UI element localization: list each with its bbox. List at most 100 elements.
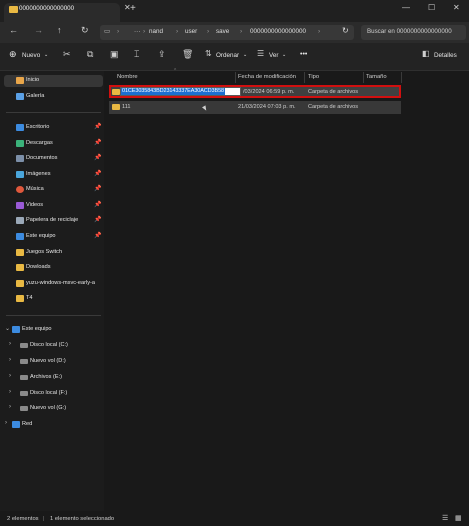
breadcrumb-current[interactable]: 0000000000000000 xyxy=(250,28,306,35)
breadcrumb-user[interactable]: user xyxy=(185,28,197,35)
drive-icon xyxy=(20,359,28,364)
chevron-right-icon: › xyxy=(240,28,243,35)
sidebar-item-label: Imágenes xyxy=(26,171,51,177)
share-icon[interactable]: ⇪ xyxy=(158,49,166,60)
chevron-right-icon: › xyxy=(176,28,179,35)
folder-icon xyxy=(16,295,24,302)
column-header-name[interactable]: Nombre xyxy=(117,74,138,80)
sidebar-item-label: Nuevo vol (D:) xyxy=(30,358,66,364)
column-header-date[interactable]: Fecha de modificación xyxy=(238,74,296,80)
column-header-size[interactable]: Tamaño xyxy=(366,74,387,80)
folder-icon xyxy=(9,6,18,13)
chevron-right-icon[interactable]: › xyxy=(9,357,11,363)
address-refresh-icon[interactable]: ↻ xyxy=(342,26,349,35)
chevron-right-icon: › xyxy=(117,28,120,35)
chevron-right-icon[interactable]: › xyxy=(9,341,11,347)
view-icon[interactable]: ☰ xyxy=(257,49,264,58)
sidebar-item-label: Disco local (F:) xyxy=(30,390,68,396)
copy-icon[interactable]: ⧉ xyxy=(87,49,93,60)
file-type: Carpeta de archivos xyxy=(308,89,359,95)
ellipsis-icon[interactable]: ··· xyxy=(134,28,140,35)
sidebar-item-juegos-switch[interactable]: Juegos Switch xyxy=(4,247,103,259)
folder-icon xyxy=(112,89,120,95)
sidebar-item-musica[interactable]: Música 📌 xyxy=(4,184,103,196)
details-button[interactable]: Detalles xyxy=(434,52,457,59)
sidebar-item-imagenes[interactable]: Imágenes 📌 xyxy=(4,169,103,181)
sidebar-item-yuzu[interactable]: yuzu-windows-msvc-early-a xyxy=(4,278,103,290)
pin-icon: 📌 xyxy=(94,171,102,177)
chevron-right-icon: › xyxy=(143,28,146,35)
sidebar-item-nuevo-d[interactable]: › Nuevo vol (D:) xyxy=(4,356,103,368)
sidebar-item-label: Este equipo xyxy=(22,326,52,332)
sidebar-item-galeria[interactable]: Galería xyxy=(4,91,103,103)
sidebar-item-este-equipo-quick[interactable]: Este equipo 📌 xyxy=(4,231,103,243)
rename-icon[interactable]: ⌶ xyxy=(134,49,139,60)
network-icon xyxy=(12,421,20,428)
tiles-view-icon[interactable]: ▦ xyxy=(455,514,462,522)
pin-icon: 📌 xyxy=(94,155,102,161)
chevron-right-icon[interactable]: › xyxy=(9,389,11,395)
sidebar-item-descargas[interactable]: Descargas 📌 xyxy=(4,138,103,150)
sort-button[interactable]: Ordenar xyxy=(216,52,239,59)
search-input[interactable]: Buscar en 0000000000000000 xyxy=(367,28,464,35)
chevron-down-icon[interactable]: ⌄ xyxy=(44,52,48,58)
new-button[interactable]: Nuevo xyxy=(22,52,40,59)
cut-icon[interactable]: ✂ xyxy=(63,49,71,60)
maximize-button[interactable]: ☐ xyxy=(428,3,435,12)
column-divider[interactable] xyxy=(401,72,402,83)
chevron-right-icon[interactable]: › xyxy=(5,420,7,426)
sidebar-item-archivos-e[interactable]: › Archivos (E:) xyxy=(4,372,103,384)
file-name[interactable]: 111 xyxy=(122,104,131,110)
sort-chevron-icon: ⌃ xyxy=(173,68,178,74)
computer-icon xyxy=(12,326,20,333)
sidebar-item-inicio[interactable]: Inicio xyxy=(4,75,103,87)
sidebar-item-label: Galería xyxy=(26,93,45,99)
sidebar-item-nuevo-g[interactable]: › Nuevo vol (G:) xyxy=(4,403,103,415)
rename-input-text[interactable]: 01CE3035843BD23143337EA30ACD3B58 xyxy=(122,88,224,94)
forward-arrow-icon[interactable]: → xyxy=(34,25,43,35)
file-date: /03/2024 06:59 p. m. xyxy=(243,89,295,95)
new-tab-button[interactable]: + xyxy=(130,3,136,14)
close-window-button[interactable]: ✕ xyxy=(453,3,460,12)
chevron-right-icon[interactable]: › xyxy=(9,373,11,379)
delete-icon[interactable]: 🗑 xyxy=(182,49,193,60)
sidebar-item-t4[interactable]: T4 xyxy=(4,293,103,305)
details-pane-icon[interactable]: ◧ xyxy=(422,49,430,58)
view-button[interactable]: Ver xyxy=(269,52,278,59)
sidebar-item-label: Este equipo xyxy=(26,233,56,239)
refresh-icon[interactable]: ↻ xyxy=(81,25,89,36)
pin-icon: 📌 xyxy=(94,217,102,223)
minimize-button[interactable]: — xyxy=(402,3,410,12)
column-divider[interactable] xyxy=(304,72,305,83)
details-view-icon[interactable]: ☰ xyxy=(442,514,448,522)
chevron-down-icon[interactable]: ⌄ xyxy=(5,325,10,332)
new-plus-icon[interactable]: ⊕ xyxy=(9,49,17,60)
back-arrow-icon[interactable]: ← xyxy=(9,25,18,35)
sidebar-item-dowloads[interactable]: Dowloads xyxy=(4,262,103,274)
sidebar-item-label: Videos xyxy=(26,202,44,208)
breadcrumb-nand[interactable]: nand xyxy=(149,28,163,35)
column-divider[interactable] xyxy=(363,72,364,83)
sidebar-item-documentos[interactable]: Documentos 📌 xyxy=(4,153,103,165)
more-options-button[interactable]: ••• xyxy=(300,51,307,58)
sidebar-item-este-equipo[interactable]: ⌄ Este equipo xyxy=(4,324,103,336)
sidebar-item-disco-c[interactable]: › Disco local (C:) xyxy=(4,340,103,352)
column-header-type[interactable]: Tipo xyxy=(308,74,319,80)
breadcrumb-save[interactable]: save xyxy=(216,28,229,35)
chevron-down-icon[interactable]: ⌄ xyxy=(282,52,286,58)
sidebar-item-papelera[interactable]: Papelera de reciclaje 📌 xyxy=(4,215,103,227)
column-divider[interactable] xyxy=(235,72,236,83)
paste-icon[interactable]: ▣ xyxy=(110,49,119,60)
sidebar-item-disco-f[interactable]: › Disco local (F:) xyxy=(4,388,103,400)
sort-icon[interactable]: ⇅ xyxy=(205,49,212,58)
sidebar-item-escritorio[interactable]: Escritorio 📌 xyxy=(4,122,103,134)
sidebar-item-red[interactable]: › Red xyxy=(4,419,103,431)
sidebar-item-label: Inicio xyxy=(26,77,40,83)
chevron-right-icon[interactable]: › xyxy=(9,404,11,410)
sidebar-item-videos[interactable]: Videos 📌 xyxy=(4,200,103,212)
sidebar-item-label: T4 xyxy=(26,295,33,301)
chevron-down-icon[interactable]: ⌄ xyxy=(243,52,247,58)
videos-icon xyxy=(16,202,24,209)
navigation-pane xyxy=(0,71,104,511)
up-arrow-icon[interactable]: ↑ xyxy=(57,25,62,35)
